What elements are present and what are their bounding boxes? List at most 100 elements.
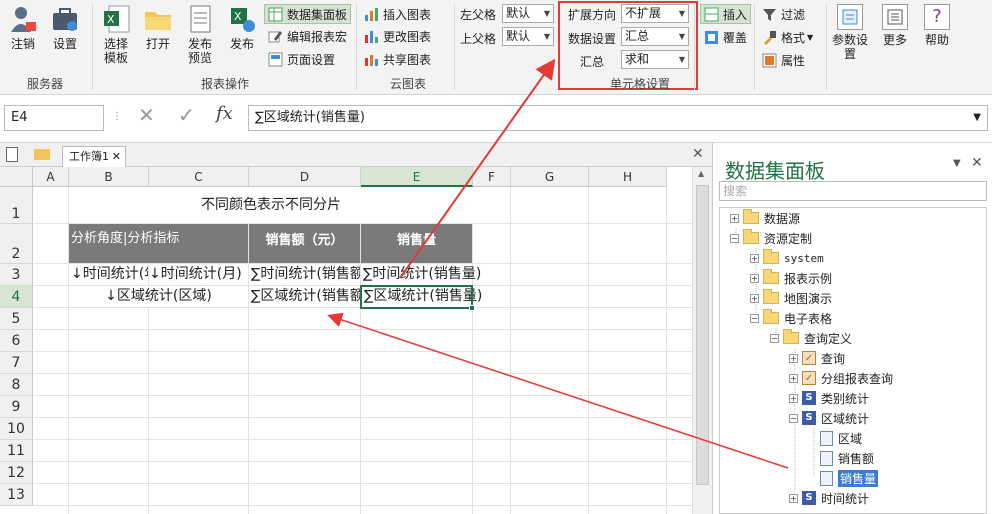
expand-icon[interactable]: + — [750, 293, 759, 303]
close-icon[interactable]: ✕ — [112, 147, 121, 166]
publish-button[interactable]: X 发布 — [226, 4, 258, 51]
fill-handle[interactable] — [469, 305, 475, 311]
open-button[interactable]: 打开 — [142, 4, 174, 51]
close-pane-icon[interactable]: ✕ — [692, 146, 704, 162]
expand-icon[interactable]: + — [789, 353, 798, 363]
chevron-down-icon: ▼ — [678, 55, 685, 64]
more-button[interactable]: 更多 — [878, 4, 912, 47]
tree-item-query[interactable]: + ✓ 查询 — [789, 348, 845, 368]
group-label-cloud: 云图表 — [389, 77, 426, 91]
tree-item-field-region[interactable]: 区域 — [820, 428, 862, 448]
folder-icon — [763, 289, 779, 304]
collapse-icon[interactable]: − — [770, 333, 779, 343]
expand-icon[interactable]: + — [730, 213, 739, 223]
cell-reference-box[interactable]: E4 — [4, 105, 104, 131]
open-folder-icon[interactable] — [34, 149, 50, 160]
cell-e3[interactable]: ∑时间统计(销售量) — [361, 264, 492, 286]
expand-direction-label: 扩展方向 — [568, 8, 617, 22]
query-icon: ✓ — [802, 351, 816, 365]
insert-mode-button[interactable]: 插入 — [700, 4, 752, 24]
folder-icon — [763, 249, 779, 264]
tree-item-field-sales-qty[interactable]: 销售量 — [820, 468, 879, 488]
change-chart-button[interactable]: 更改图表 — [364, 26, 431, 46]
expand-icon[interactable]: + — [789, 493, 798, 503]
expand-icon[interactable]: + — [750, 273, 759, 283]
expand-icon[interactable]: + — [789, 393, 798, 403]
cell-bc4[interactable]: ↓区域统计(区域) — [69, 286, 249, 308]
tree-item-region-stats[interactable]: − S 区域统计 — [789, 408, 869, 428]
header-cell-sales-qty[interactable]: 销售量 — [361, 224, 473, 264]
tree-item-field-sales-amount[interactable]: 销售额 — [820, 448, 874, 468]
header-cell-analysis[interactable]: 分析角度|分析指标 — [69, 224, 249, 264]
search-input[interactable]: 搜索 — [719, 181, 987, 201]
collapse-icon[interactable]: − — [730, 233, 739, 243]
share-chart-button[interactable]: 共享图表 — [364, 49, 431, 69]
tree-item-report-examples[interactable]: + 报表示例 — [750, 268, 832, 288]
logout-button[interactable]: 注销 — [6, 4, 40, 51]
close-icon[interactable]: ✕ — [971, 155, 983, 171]
title-cell[interactable]: 不同颜色表示不同分片 — [69, 187, 473, 224]
tree-item-datasource[interactable]: + 数据源 — [730, 208, 800, 228]
tree-item-group-query[interactable]: + ✓ 分组报表查询 — [789, 368, 893, 388]
field-icon — [820, 430, 833, 446]
cell-d3[interactable]: ∑时间统计(销售额 — [249, 264, 361, 286]
header-cell-sales-amount[interactable]: 销售额（元） — [249, 224, 361, 264]
tree-item-resource[interactable]: − 资源定制 — [730, 228, 812, 248]
data-setting-select[interactable]: 汇总 ▼ — [621, 27, 689, 46]
excel-icon: X — [101, 4, 131, 34]
chevron-down-icon: ▼ — [678, 32, 685, 41]
parameter-settings-button[interactable]: 参数设置 — [830, 4, 870, 61]
group-label-server: 服务器 — [26, 77, 63, 91]
edit-macro-button[interactable]: 编辑报表宏 — [268, 26, 347, 46]
cancel-icon[interactable]: ✕ — [138, 103, 155, 127]
insert-chart-button[interactable]: 插入图表 — [364, 4, 431, 24]
settings-button[interactable]: 设置 — [48, 4, 82, 51]
function-icon[interactable]: fx — [216, 103, 233, 124]
tab-workbook1[interactable]: 工作簿1 ✕ — [62, 146, 126, 167]
scroll-up-icon[interactable]: ▲ — [698, 169, 704, 178]
properties-icon — [762, 53, 777, 68]
filter-button[interactable]: 过滤 — [762, 4, 805, 24]
confirm-icon[interactable]: ✓ — [178, 103, 195, 127]
help-button[interactable]: ? 帮助 — [920, 4, 954, 47]
tree-item-time-stats[interactable]: + S 时间统计 — [789, 488, 869, 508]
sheet-tabs: 工作簿1 ✕ ✕ — [0, 143, 712, 167]
active-cell-border — [360, 285, 473, 309]
left-parent-select[interactable]: 默认 ▼ — [502, 4, 554, 23]
dataset-panel-button[interactable]: 数据集面板 — [264, 4, 352, 24]
tree-item-system[interactable]: + system — [750, 248, 824, 268]
group-label-report: 报表操作 — [200, 77, 249, 91]
new-sheet-icon[interactable] — [6, 147, 18, 162]
more-icon — [882, 4, 908, 30]
cell-c3[interactable]: ↓时间统计(月) — [149, 264, 249, 286]
tree-item-query-def[interactable]: − 查询定义 — [770, 328, 852, 348]
panel-menu-icon[interactable]: ▼ — [953, 158, 961, 169]
cell-b3[interactable]: ↓时间统计(年 — [69, 264, 149, 286]
summary-select[interactable]: 求和 ▼ — [621, 50, 689, 69]
cover-mode-button[interactable]: 覆盖 — [704, 27, 747, 47]
svg-text:X: X — [107, 13, 115, 26]
top-parent-select[interactable]: 默认 ▼ — [502, 27, 554, 46]
cell-d4[interactable]: ∑区域统计(销售额 — [249, 286, 361, 308]
tree-item-map-demo[interactable]: + 地图演示 — [750, 288, 832, 308]
dataset-panel: 数据集面板 ▼ ✕ 搜索 + 数据源 − 资源定制 + system + 报表示例 + 地… — [712, 143, 992, 514]
expand-icon[interactable]: + — [750, 253, 759, 263]
tree-item-spreadsheet[interactable]: − 电子表格 — [750, 308, 832, 328]
divider — [826, 4, 827, 90]
format-button[interactable]: 格式 ▼ — [762, 27, 813, 47]
chevron-down-icon: ▼ — [543, 32, 550, 41]
help-icon: ? — [924, 4, 950, 30]
collapse-icon[interactable]: − — [789, 413, 798, 423]
scrollbar-thumb[interactable] — [696, 185, 709, 485]
page-setup-button[interactable]: 页面设置 — [268, 49, 335, 69]
divider — [694, 4, 695, 90]
formula-input[interactable]: ∑区域统计(销售量) ▼ — [248, 105, 988, 131]
collapse-icon[interactable]: − — [750, 313, 759, 323]
select-template-button[interactable]: X 选择 模板 — [100, 4, 132, 65]
tree-item-category-stats[interactable]: + S 类别统计 — [789, 388, 869, 408]
expand-direction-select[interactable]: 不扩展 ▼ — [621, 4, 689, 23]
expand-icon[interactable]: + — [789, 373, 798, 383]
properties-button[interactable]: 属性 — [762, 50, 805, 70]
vertical-scrollbar[interactable]: ▲ — [692, 167, 712, 514]
publish-preview-button[interactable]: 发布 预览 — [184, 4, 216, 65]
